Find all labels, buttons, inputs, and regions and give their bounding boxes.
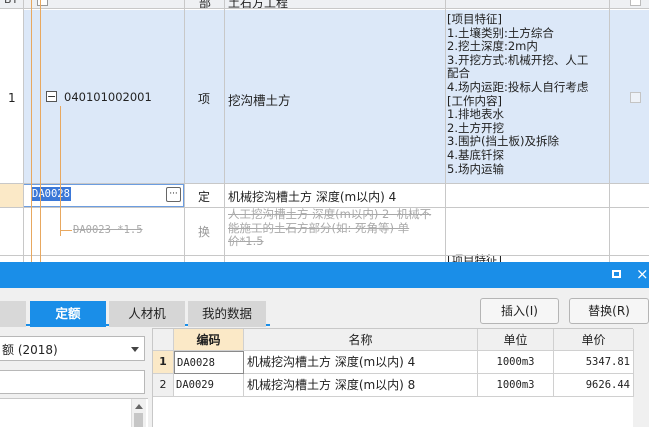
insert-button[interactable]: 插入(I) [480, 298, 559, 324]
tab-labor-material[interactable]: 人材机 [109, 301, 185, 327]
header-col-a: BT [4, 0, 18, 6]
close-icon[interactable]: × [636, 265, 649, 283]
row-code: 040101002001 [64, 90, 152, 104]
result-name-cell[interactable]: 机械挖沟槽土方 深度(m以内) 8 [244, 374, 478, 397]
feature-line: 1.土壤类别:土方综合 [447, 25, 554, 40]
column-header-name[interactable]: 名称 [244, 329, 478, 351]
tree-line [60, 106, 61, 236]
result-code-cell[interactable]: DA0028 [174, 351, 244, 374]
top-table: BT 部 土石方工程 1 − 040101002001 项 挖沟槽土方 [项目特… [0, 0, 649, 267]
feature-line: [工作内容] [447, 93, 502, 108]
feature-line: 4.基底钎探 [447, 147, 504, 162]
search-input[interactable] [0, 370, 145, 394]
tree-line [60, 230, 72, 231]
chevron-down-icon [131, 347, 139, 352]
header-right-checkbox[interactable] [630, 0, 641, 6]
row-type: 项 [198, 92, 211, 106]
tree-line [31, 0, 32, 262]
scroll-up-icon[interactable] [135, 404, 143, 409]
maximize-icon[interactable] [612, 270, 621, 278]
grid-corner [153, 329, 174, 351]
row-code: DA0023 *1.5 [73, 224, 143, 236]
row-checkbox[interactable] [630, 92, 641, 103]
tab-quota[interactable]: 定额 [30, 301, 106, 327]
feature-line: [项目特征] [447, 12, 502, 26]
row-name-struck: 人工挖沟槽土方 深度(m以内) 2 机械不 能施工的土石方部分(如: 死角等) … [228, 207, 432, 248]
feature-line: 4.场内运距:投标人自行考虑 [447, 79, 589, 94]
feature-list: [项目特征] 1.土壤类别:土方综合 2.挖土深度:2m内 3.开挖方式:机械开… [447, 12, 607, 176]
feature-line: 2.土方开挖 [447, 120, 504, 135]
result-unit-cell[interactable]: 1000m3 [478, 374, 554, 397]
row-type: 定 [198, 190, 211, 204]
tab-my-data[interactable]: 我的数据 [188, 301, 266, 327]
result-code-cell[interactable]: DA0029 [174, 374, 244, 397]
code-input-selected[interactable]: DA0028 [31, 187, 71, 201]
row-index-cell: 2 [153, 374, 174, 397]
tree-line [40, 0, 41, 262]
header-checkbox[interactable] [37, 0, 48, 6]
column-header-price[interactable]: 单价 [554, 329, 634, 351]
feature-line: 1.排地表水 [447, 107, 504, 122]
row-name: 挖沟槽土方 [228, 93, 291, 108]
feature-line: 3.开挖方式:机械开挖、人工 [447, 52, 589, 67]
column-header-unit[interactable]: 单位 [478, 329, 554, 351]
result-unit-cell[interactable]: 1000m3 [478, 351, 554, 374]
row-index: 1 [8, 91, 16, 105]
replace-button[interactable]: 替换(R) [569, 298, 649, 324]
library-select-value: 额 (2018) [2, 343, 58, 357]
feature-line: 3.围护(挡土板)及拆除 [447, 134, 559, 149]
ellipsis-button[interactable]: ··· [166, 187, 181, 202]
library-select[interactable]: 额 (2018) [0, 336, 145, 361]
result-price-cell[interactable]: 5347.81 [554, 351, 634, 374]
row-index-cell: 1 [153, 351, 174, 374]
row-type: 换 [198, 225, 211, 239]
feature-line: 配合 [447, 66, 470, 81]
header-col-unit: 部 [199, 0, 212, 9]
row-index-cell [0, 184, 23, 207]
results-grid: 编码 名称 单位 单价 1 DA0028 机械挖沟槽土方 深度(m以内) 4 1… [152, 328, 634, 427]
scroll-thumb[interactable] [134, 413, 143, 427]
quota-dialog: × 定额 人材机 我的数据 插入(I) 替换(R) 额 (2018) 编码 名称… [0, 262, 649, 427]
column-header-code[interactable]: 编码 [174, 329, 244, 351]
feature-line: 5.场内运输 [447, 161, 504, 176]
table-header: BT 部 土石方工程 [0, 0, 649, 9]
feature-line: 2.挖土深度:2m内 [447, 39, 538, 54]
expand-toggle[interactable]: − [46, 91, 57, 102]
tab-prev[interactable] [0, 301, 26, 327]
result-name-cell[interactable]: 机械挖沟槽土方 深度(m以内) 4 [244, 351, 478, 374]
result-price-cell[interactable]: 9626.44 [554, 374, 634, 397]
tree-panel [0, 398, 148, 427]
row-name: 机械挖沟槽土方 深度(m以内) 4 [228, 190, 397, 204]
dialog-title-bar[interactable] [0, 262, 649, 288]
header-col-name: 土石方工程 [228, 0, 289, 9]
